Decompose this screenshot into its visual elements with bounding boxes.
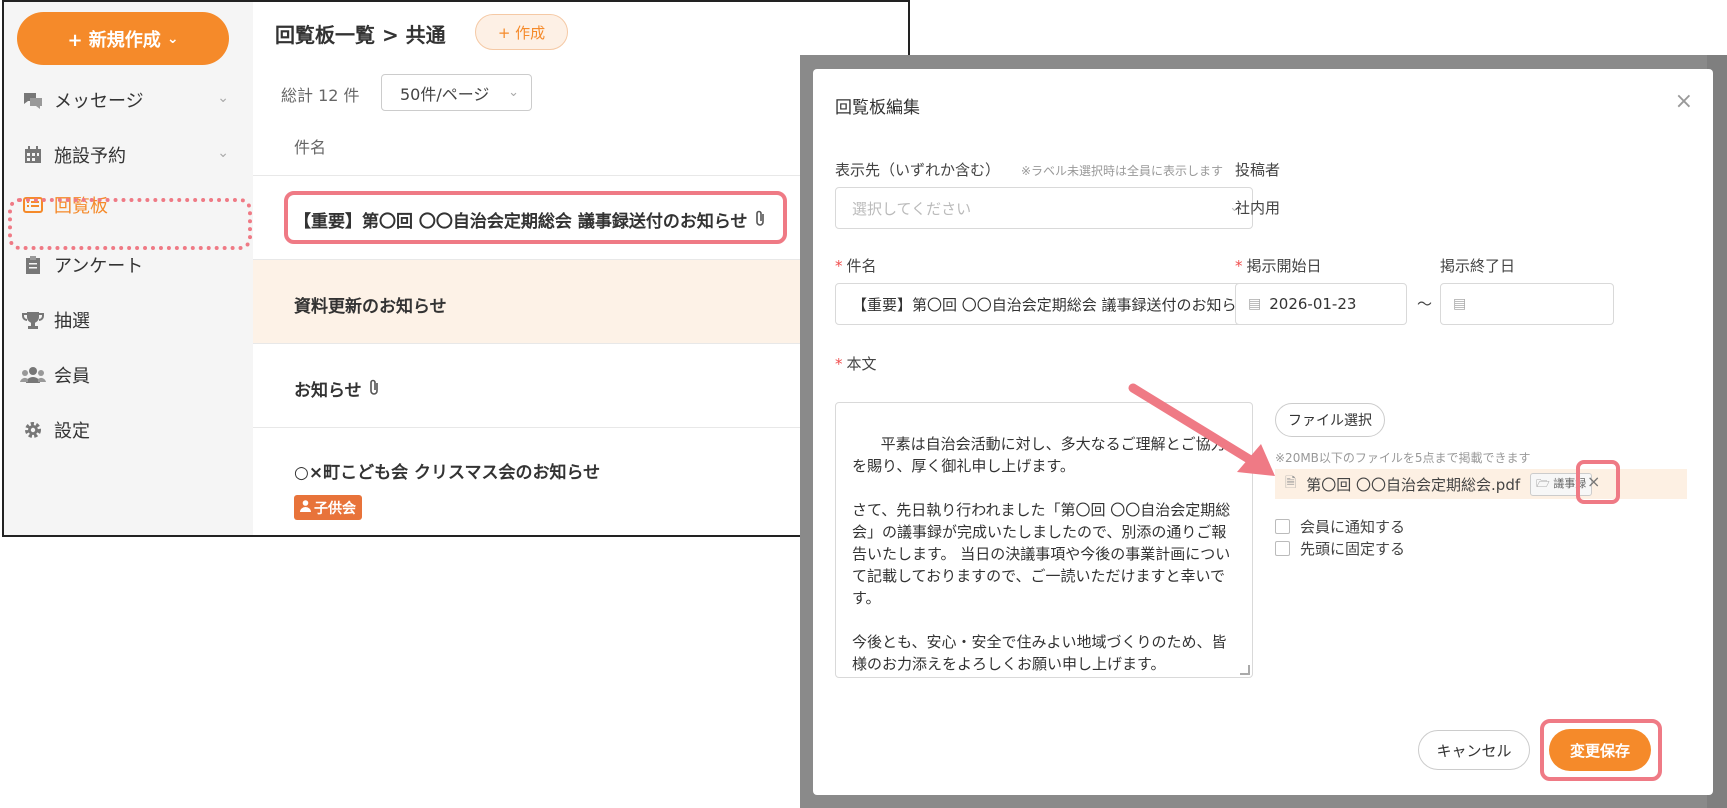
notify-label: 会員に通知する bbox=[1300, 518, 1406, 536]
row-highlight-box bbox=[284, 191, 787, 244]
file-select-button[interactable]: ファイル選択 bbox=[1275, 403, 1385, 437]
new-create-label: + 新規作成 bbox=[67, 29, 161, 51]
total-count: 総計 12 件 bbox=[281, 86, 360, 105]
left-screenshot: + 新規作成 ⌄ メッセージ ⌄ 施設予約 ⌄ 回覧板 アンケート 抽選 会員 … bbox=[2, 0, 910, 537]
tag-badge: 子供会 bbox=[294, 495, 362, 520]
sidebar-item-label: 施設予約 bbox=[54, 146, 126, 167]
new-create-button[interactable]: + 新規作成 ⌄ bbox=[17, 12, 229, 65]
gear-icon bbox=[18, 420, 48, 440]
sidebar-item-label: メッセージ bbox=[54, 91, 144, 112]
sidebar-item-facility[interactable]: 施設予約 ⌄ bbox=[4, 132, 253, 178]
calendar-icon: ▤ bbox=[1248, 296, 1262, 312]
edit-modal: 回覧板編集 × 表示先（いずれか含む） ※ラベル未選択時は全員に表示します 選択… bbox=[813, 69, 1713, 795]
per-page-value: 50件/ページ bbox=[400, 84, 490, 104]
subject-label-text: 件名 bbox=[846, 257, 877, 275]
column-header-subject: 件名 bbox=[294, 138, 327, 157]
row-title: お知らせ bbox=[294, 376, 381, 401]
body-textarea[interactable]: 平素は自治会活動に対し、多大なるご理解とご協力を賜り、厚く御礼申し上げます。 さ… bbox=[835, 402, 1253, 678]
body-label: * 本文 bbox=[835, 355, 877, 373]
sidebar-item-label: 抽選 bbox=[54, 311, 90, 332]
start-date-input[interactable]: ▤ 2026-01-23 bbox=[1235, 283, 1407, 325]
per-page-select[interactable]: 50件/ページ ⌄ bbox=[381, 74, 532, 111]
save-highlight-box bbox=[1540, 719, 1662, 781]
cancel-button[interactable]: キャンセル bbox=[1418, 730, 1530, 770]
paperclip-icon bbox=[368, 379, 381, 401]
sidebar-item-lottery[interactable]: 抽選 bbox=[4, 297, 253, 343]
poster-label: 投稿者 bbox=[1235, 161, 1281, 179]
checkbox[interactable] bbox=[1275, 541, 1290, 556]
display-target-label: 表示先（いずれか含む） bbox=[835, 161, 1001, 179]
start-date-label: * 掲示開始日 bbox=[1235, 257, 1322, 275]
attached-file: 🗎 第〇回 〇〇自治会定期総会.pdf 🗁 議事録 bbox=[1275, 469, 1687, 499]
range-separator: ～ bbox=[1417, 295, 1433, 313]
subject-input[interactable]: 【重要】第〇回 〇〇自治会定期総会 議事録送付のお知らせ bbox=[835, 283, 1253, 325]
row-title-text: ○×町こども会 クリスマス会のお知らせ bbox=[294, 463, 601, 483]
chevron-down-icon: ⌄ bbox=[166, 30, 179, 47]
tag-label: 子供会 bbox=[314, 500, 356, 517]
sidebar-item-survey[interactable]: アンケート bbox=[4, 242, 253, 288]
modal-title: 回覧板編集 bbox=[835, 98, 920, 118]
file-name: 第〇回 〇〇自治会定期総会.pdf bbox=[1306, 475, 1521, 494]
sidebar-item-label: 設定 bbox=[54, 421, 90, 442]
create-button[interactable]: + 作成 bbox=[475, 14, 568, 50]
chevron-down-icon: ⌄ bbox=[217, 90, 229, 106]
sidebar-item-label: アンケート bbox=[54, 256, 144, 277]
resize-handle[interactable] bbox=[1240, 665, 1250, 675]
row-title-text: お知らせ bbox=[294, 381, 362, 401]
chat-icon bbox=[18, 91, 48, 109]
sidebar-item-members[interactable]: 会員 bbox=[4, 352, 253, 398]
display-target-hint: ※ラベル未選択時は全員に表示します bbox=[1021, 164, 1224, 178]
sidebar: + 新規作成 ⌄ メッセージ ⌄ 施設予約 ⌄ 回覧板 アンケート 抽選 会員 … bbox=[4, 2, 253, 535]
folder-icon: 🗁 bbox=[1536, 476, 1550, 490]
sidebar-item-label: 会員 bbox=[54, 366, 90, 387]
subject-label: * 件名 bbox=[835, 257, 877, 275]
file-hint: ※20MB以下のファイルを5点まで掲載できます bbox=[1275, 451, 1531, 465]
end-date-label: 掲示終了日 bbox=[1440, 257, 1516, 275]
end-date-input[interactable]: ▤ bbox=[1440, 283, 1614, 325]
checkbox[interactable] bbox=[1275, 519, 1290, 534]
right-screenshot: 回覧板編集 × 表示先（いずれか含む） ※ラベル未選択時は全員に表示します 選択… bbox=[800, 55, 1727, 808]
users-icon bbox=[18, 366, 48, 384]
pin-label: 先頭に固定する bbox=[1300, 540, 1406, 558]
clipboard-icon bbox=[18, 255, 48, 275]
display-target-select[interactable]: 選択してください ⌄ bbox=[835, 187, 1253, 229]
notify-checkbox[interactable]: 会員に通知する bbox=[1275, 516, 1405, 537]
trophy-icon bbox=[18, 310, 48, 330]
sidebar-item-message[interactable]: メッセージ ⌄ bbox=[4, 77, 253, 123]
start-date-value: 2026-01-23 bbox=[1269, 295, 1357, 313]
sidebar-item-settings[interactable]: 設定 bbox=[4, 407, 253, 453]
body-label-text: 本文 bbox=[846, 355, 877, 373]
poster-value: 社内用 bbox=[1235, 199, 1281, 217]
user-icon bbox=[300, 499, 311, 516]
chevron-down-icon: ⌄ bbox=[508, 85, 519, 100]
pin-checkbox[interactable]: 先頭に固定する bbox=[1275, 538, 1405, 559]
display-target-placeholder: 選択してください bbox=[852, 199, 972, 218]
chevron-down-icon: ⌄ bbox=[217, 145, 229, 161]
start-date-label-text: 掲示開始日 bbox=[1246, 257, 1322, 275]
calendar-icon: ▤ bbox=[1453, 296, 1467, 312]
file-icon: 🗎 bbox=[1285, 475, 1297, 491]
close-icon[interactable]: × bbox=[1675, 89, 1693, 114]
remove-highlight-box bbox=[1576, 460, 1620, 504]
body-text: 平素は自治会活動に対し、多大なるご理解とご協力を賜り、厚く御礼申し上げます。 さ… bbox=[852, 435, 1231, 673]
breadcrumb: 回覧板一覧 > 共通 bbox=[275, 23, 446, 47]
calendar-icon bbox=[18, 145, 48, 165]
row-title-text: 資料更新のお知らせ bbox=[294, 297, 447, 317]
